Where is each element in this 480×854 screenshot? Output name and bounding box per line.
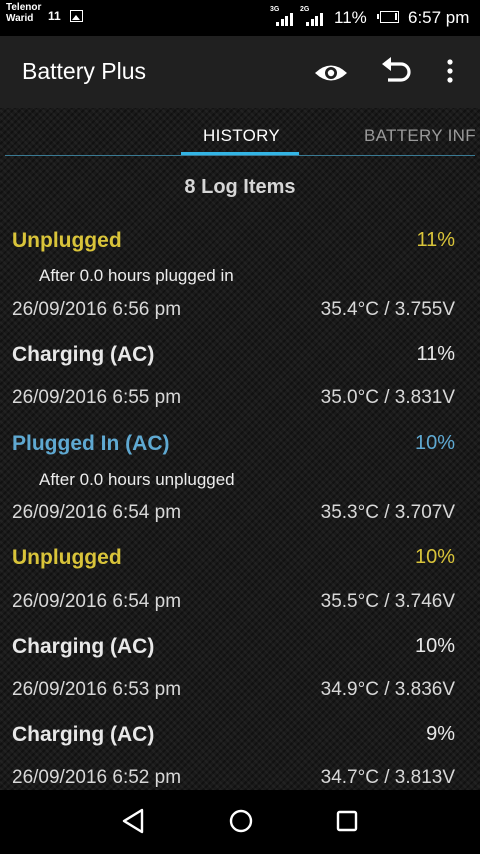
event-meta: 26/09/2016 6:53 pm 34.9°C / 3.836V [12, 679, 455, 705]
event-percent: 9% [426, 723, 455, 745]
event-type: Charging (AC) [12, 343, 155, 366]
log-entry-event[interactable]: Charging (AC) 10% [12, 635, 455, 665]
event-reading: 35.3°C / 3.707V [320, 502, 455, 523]
home-icon[interactable] [226, 806, 256, 836]
event-meta: 26/09/2016 6:52 pm 34.7°C / 3.813V [12, 767, 455, 790]
event-datetime: 26/09/2016 6:54 pm [12, 591, 182, 612]
undo-icon[interactable] [378, 56, 414, 88]
event-type: Unplugged [12, 229, 122, 252]
back-icon[interactable] [118, 806, 148, 836]
tab-divider [5, 155, 475, 156]
event-reading: 34.9°C / 3.836V [320, 679, 455, 700]
image-notification-icon [70, 10, 83, 22]
tab-battery-info[interactable]: BATTERY INF [364, 126, 476, 146]
event-meta: 26/09/2016 6:56 pm 35.4°C / 3.755V [12, 299, 455, 325]
notification-count: 11 [48, 9, 61, 23]
event-reading: 34.7°C / 3.813V [320, 767, 455, 788]
event-reading: 35.0°C / 3.831V [320, 387, 455, 408]
event-reading: 35.4°C / 3.755V [320, 299, 455, 320]
event-datetime: 26/09/2016 6:54 pm [12, 502, 182, 523]
signal-icon-sim1: 3G [270, 6, 293, 26]
more-vert-icon[interactable] [436, 56, 464, 88]
signal-icon-sim2: 2G [300, 6, 323, 26]
app-bar: Battery Plus [0, 36, 480, 108]
event-type: Plugged In (AC) [12, 432, 170, 455]
carrier-names: Telenor Warid [6, 2, 41, 24]
event-meta: 26/09/2016 6:54 pm 35.3°C / 3.707V [12, 502, 455, 528]
history-content[interactable]: HISTORY BATTERY INF 8 Log Items Unplugge… [0, 108, 480, 790]
event-note: After 0.0 hours unplugged [39, 470, 235, 489]
log-entry-event[interactable]: Charging (AC) 9% [12, 723, 455, 753]
log-count: 8 Log Items [184, 176, 296, 198]
event-percent: 10% [414, 546, 455, 568]
event-note: After 0.0 hours plugged in [39, 266, 234, 285]
event-percent: 11% [416, 229, 455, 251]
network-type-2: 2G [300, 6, 310, 13]
event-meta: 26/09/2016 6:55 pm 35.0°C / 3.831V [12, 387, 455, 413]
log-entry-event[interactable]: Charging (AC) 11% [12, 343, 455, 373]
clock: 6:57 pm [408, 8, 470, 27]
event-meta: 26/09/2016 6:54 pm 35.5°C / 3.746V [12, 591, 455, 617]
recents-icon[interactable] [332, 806, 362, 836]
network-type-1: 3G [270, 6, 280, 13]
log-entry-event[interactable]: Unplugged 11% [12, 229, 455, 259]
carrier-2: Warid [6, 13, 34, 24]
eye-icon[interactable] [312, 58, 350, 88]
event-datetime: 26/09/2016 6:53 pm [12, 679, 182, 700]
event-datetime: 26/09/2016 6:52 pm [12, 767, 182, 788]
event-type: Charging (AC) [12, 635, 155, 658]
battery-percent: 11% [334, 8, 367, 27]
status-bar: Telenor Warid 11 3G 2G 11% 6:57 pm [0, 0, 480, 36]
event-percent: 11% [416, 343, 455, 365]
event-reading: 35.5°C / 3.746V [320, 591, 455, 612]
tab-strip: HISTORY BATTERY INF [0, 108, 480, 158]
event-percent: 10% [414, 635, 455, 657]
event-type: Unplugged [12, 546, 122, 569]
event-percent: 10% [414, 432, 455, 454]
battery-icon [377, 11, 399, 23]
log-entry-event[interactable]: Plugged In (AC) 10% [12, 432, 455, 462]
log-entry-event[interactable]: Unplugged 10% [12, 546, 455, 576]
event-type: Charging (AC) [12, 723, 155, 746]
carrier-1: Telenor [6, 2, 42, 13]
event-datetime: 26/09/2016 6:55 pm [12, 387, 182, 408]
tab-history[interactable]: HISTORY [203, 126, 280, 146]
app-title: Battery Plus [22, 58, 146, 84]
navigation-bar [0, 790, 480, 854]
event-datetime: 26/09/2016 6:56 pm [12, 299, 182, 320]
